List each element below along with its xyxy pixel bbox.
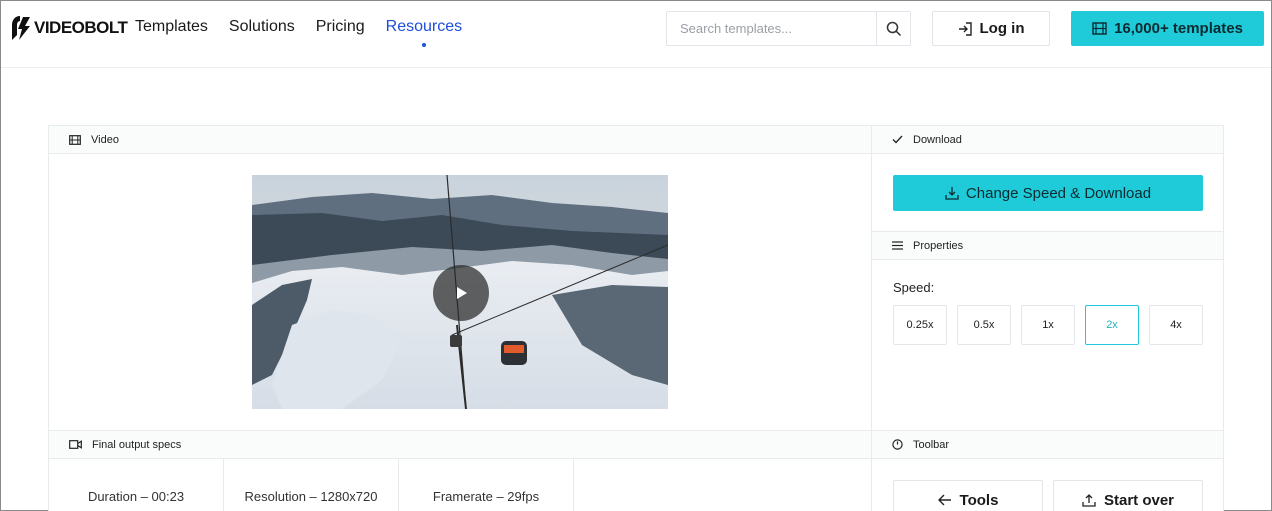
main-nav: Templates Solutions Pricing Resources	[135, 18, 462, 47]
specs-row: Duration – 00:23 Resolution – 1280x720 F…	[49, 459, 871, 511]
speed-option-1x[interactable]: 1x	[1021, 305, 1075, 345]
brand-name: VIDEOBOLT	[34, 18, 128, 37]
spec-duration: Duration – 00:23	[49, 459, 224, 511]
output-specs-panel: Final output specs Duration – 00:23 Reso…	[48, 430, 872, 511]
templates-cta-label: 16,000+ templates	[1114, 20, 1243, 37]
login-icon	[958, 21, 972, 36]
templates-cta-button[interactable]: 16,000+ templates	[1071, 11, 1264, 46]
download-section-title: Download	[913, 133, 962, 146]
speed-option-0-25x[interactable]: 0.25x	[893, 305, 947, 345]
download-panel: Download Change Speed & Download	[871, 125, 1224, 232]
toolbar-section-title: Toolbar	[913, 438, 950, 451]
play-button[interactable]	[433, 265, 489, 321]
download-icon	[945, 187, 959, 200]
spec-framerate: Framerate – 29fps	[399, 459, 574, 511]
timer-icon	[892, 439, 903, 450]
properties-section-title: Properties	[913, 239, 964, 252]
film-icon	[69, 134, 81, 145]
upload-icon	[1082, 494, 1096, 507]
search-button[interactable]	[876, 12, 910, 45]
nav-solutions[interactable]: Solutions	[229, 18, 295, 36]
login-label: Log in	[979, 20, 1025, 37]
search-icon	[886, 21, 901, 36]
change-speed-download-button[interactable]: Change Speed & Download	[893, 175, 1203, 211]
properties-panel: Properties Speed: 0.25x 0.5x 1x 2x 4x	[871, 231, 1224, 431]
speed-option-2x[interactable]: 2x	[1085, 305, 1139, 345]
site-header: VIDEOBOLT Templates Solutions Pricing Re…	[1, 1, 1271, 68]
start-over-button[interactable]: Start over	[1053, 480, 1203, 511]
specs-panel-header: Final output specs	[49, 431, 871, 459]
speed-option-0-5x[interactable]: 0.5x	[957, 305, 1011, 345]
nav-pricing[interactable]: Pricing	[316, 18, 365, 36]
properties-panel-header: Properties	[872, 232, 1223, 260]
download-panel-header: Download	[872, 126, 1223, 154]
logo[interactable]: VIDEOBOLT	[11, 15, 128, 41]
specs-section-title: Final output specs	[92, 438, 182, 451]
video-section-title: Video	[91, 133, 119, 146]
video-camera-icon	[69, 440, 82, 449]
play-icon	[457, 287, 467, 299]
nav-templates[interactable]: Templates	[135, 18, 208, 36]
toolbar-panel-header: Toolbar	[872, 431, 1223, 459]
check-icon	[892, 135, 903, 144]
video-player[interactable]	[252, 175, 668, 409]
menu-icon	[892, 241, 903, 250]
speed-options: 0.25x 0.5x 1x 2x 4x	[893, 305, 1203, 345]
arrow-left-icon	[937, 494, 951, 506]
film-icon	[1092, 22, 1107, 35]
video-panel: Video	[48, 125, 872, 431]
speed-option-4x[interactable]: 4x	[1149, 305, 1203, 345]
cta-label: Change Speed & Download	[965, 184, 1152, 202]
start-over-label: Start over	[1103, 491, 1175, 509]
tools-button[interactable]: Tools	[893, 480, 1043, 511]
search-box	[666, 11, 911, 46]
search-input[interactable]	[667, 12, 876, 45]
tools-label: Tools	[959, 491, 999, 509]
toolbar-panel: Toolbar Tools Start over	[871, 430, 1224, 511]
speed-label: Speed:	[893, 280, 935, 295]
spec-resolution: Resolution – 1280x720	[224, 459, 399, 511]
nav-resources[interactable]: Resources	[386, 18, 462, 47]
video-panel-header: Video	[49, 126, 871, 154]
bolt-logo-icon	[12, 16, 30, 40]
login-button[interactable]: Log in	[932, 11, 1050, 46]
